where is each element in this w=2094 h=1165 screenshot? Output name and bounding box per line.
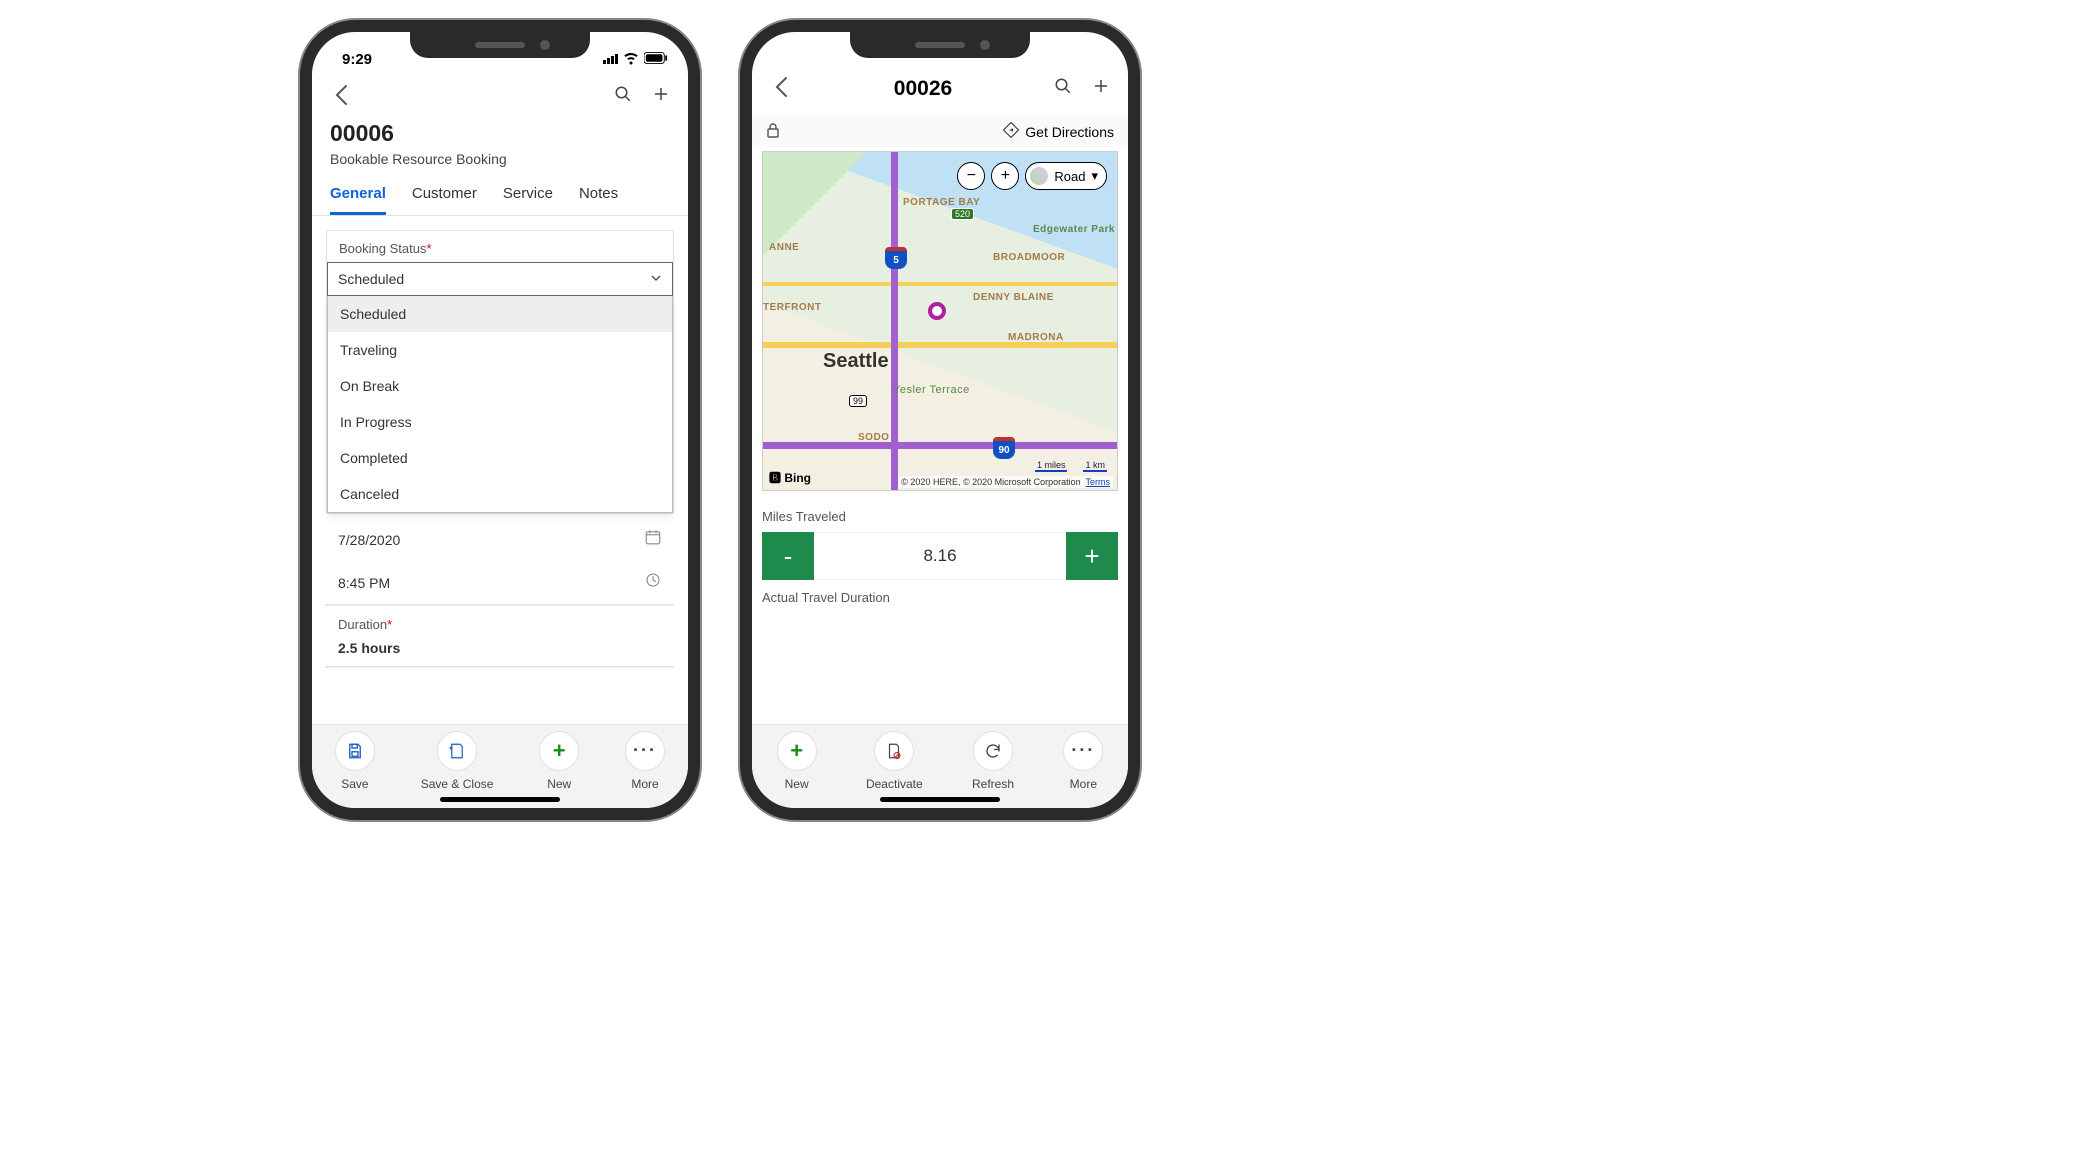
chevron-down-icon: ▾ (1091, 168, 1098, 184)
booking-status-select[interactable]: Scheduled (327, 262, 673, 296)
save-button[interactable]: Save (335, 731, 375, 791)
miles-traveled-card: Miles Traveled - 8.16 + (762, 509, 1118, 580)
phone-right: 00026 Get Direc (740, 20, 1140, 820)
map-label: SODO (858, 432, 889, 443)
map-label: ANNE (769, 242, 799, 253)
map-label: Edgewater Park (1033, 224, 1115, 235)
tabs: General Customer Service Notes (312, 175, 688, 216)
bottom-bar: Save Save & Close + New ··· More (312, 724, 688, 808)
save-close-button[interactable]: Save & Close (421, 731, 494, 791)
duration-row[interactable]: 2.5 hours (326, 636, 674, 666)
notch (850, 32, 1030, 58)
save-icon (346, 742, 364, 760)
bottom-bar: + New Deactivate Refresh ··· (752, 724, 1128, 808)
actual-travel-duration-label: Actual Travel Duration (752, 580, 1128, 605)
record-title: 00026 (894, 77, 952, 101)
record-subtitle: Bookable Resource Booking (330, 151, 670, 167)
sr-99-shield: 99 (849, 395, 867, 407)
plus-icon: + (790, 738, 803, 764)
back-button[interactable] (770, 72, 792, 106)
map-label: MADRONA (1008, 332, 1064, 343)
time-row[interactable]: 8:45 PM (326, 561, 674, 604)
miles-traveled-label: Miles Traveled (762, 509, 1118, 532)
map-scale: 1 miles 1 km (1035, 460, 1107, 472)
wifi-icon (622, 48, 640, 70)
map-label: Yesler Terrace (893, 384, 970, 396)
chevron-down-icon (650, 272, 662, 287)
map-label: DENNY BLAINE (973, 292, 1054, 303)
tab-service[interactable]: Service (503, 185, 553, 215)
get-directions-button[interactable]: Get Directions (1003, 122, 1114, 141)
tab-general[interactable]: General (330, 185, 386, 215)
tab-notes[interactable]: Notes (579, 185, 618, 215)
map-style-select[interactable]: Road ▾ (1025, 162, 1107, 190)
more-button[interactable]: ··· More (625, 731, 665, 791)
status-time: 9:29 (342, 51, 372, 68)
home-indicator (880, 797, 1000, 802)
booking-status-dropdown: Scheduled Traveling On Break In Progress… (327, 296, 673, 513)
bing-logo: 🅱 Bing (769, 469, 811, 486)
map-label: BROADMOOR (993, 252, 1065, 263)
record-title: 00006 (330, 120, 670, 147)
date-row[interactable]: 7/28/2020 (326, 518, 674, 561)
refresh-icon (984, 742, 1002, 760)
tab-customer[interactable]: Customer (412, 185, 477, 215)
time-value: 8:45 PM (338, 575, 390, 591)
sr-520-shield: 520 (951, 208, 974, 220)
booking-status-label: Booking Status (339, 241, 426, 256)
new-button[interactable]: + New (539, 731, 579, 791)
zoom-in-button[interactable]: + (991, 162, 1019, 190)
increment-button[interactable]: + (1066, 532, 1118, 580)
more-button[interactable]: ··· More (1063, 731, 1103, 791)
clock-icon (644, 571, 662, 594)
calendar-icon (644, 528, 662, 551)
miles-traveled-value[interactable]: 8.16 (814, 532, 1066, 580)
booking-status-value: Scheduled (338, 271, 404, 287)
lock-icon (766, 122, 780, 141)
app-header (312, 72, 688, 120)
battery-icon (644, 51, 668, 68)
booking-status-card: Booking Status* Scheduled Scheduled Trav… (326, 230, 674, 514)
add-icon[interactable] (652, 85, 670, 109)
plus-icon: + (553, 738, 566, 764)
map-attribution: © 2020 HERE, © 2020 Microsoft Corporatio… (898, 476, 1113, 488)
back-button[interactable] (330, 80, 352, 114)
interstate-90-shield: 90 (993, 437, 1015, 459)
map-label: PORTAGE BAY (903, 197, 980, 208)
option-canceled[interactable]: Canceled (328, 476, 672, 512)
deactivate-button[interactable]: Deactivate (866, 731, 923, 791)
directions-icon (1003, 122, 1019, 141)
option-traveling[interactable]: Traveling (328, 332, 672, 368)
option-scheduled[interactable]: Scheduled (328, 296, 672, 332)
notch (410, 32, 590, 58)
more-icon: ··· (633, 740, 657, 761)
zoom-out-button[interactable]: − (957, 162, 985, 190)
search-icon[interactable] (1054, 77, 1072, 101)
duration-value: 2.5 hours (338, 640, 400, 656)
map-label: TERFRONT (763, 302, 821, 313)
deactivate-icon (885, 742, 903, 760)
refresh-button[interactable]: Refresh (972, 731, 1014, 791)
terms-link[interactable]: Terms (1086, 477, 1111, 487)
decrement-button[interactable]: - (762, 532, 814, 580)
search-icon[interactable] (614, 85, 632, 109)
option-completed[interactable]: Completed (328, 440, 672, 476)
option-on-break[interactable]: On Break (328, 368, 672, 404)
new-button[interactable]: + New (777, 731, 817, 791)
duration-label: Duration (338, 617, 387, 632)
option-in-progress[interactable]: In Progress (328, 404, 672, 440)
more-icon: ··· (1071, 740, 1095, 761)
add-icon[interactable] (1092, 77, 1110, 101)
home-indicator (440, 797, 560, 802)
date-value: 7/28/2020 (338, 532, 400, 548)
app-header: 00026 (752, 62, 1128, 116)
signal-icon (603, 54, 618, 64)
interstate-5-shield: 5 (885, 247, 907, 269)
map[interactable]: PORTAGE BAY BROADMOOR DENNY BLAINE MADRO… (762, 151, 1118, 491)
map-style-icon (1030, 167, 1048, 185)
save-close-icon (448, 742, 466, 760)
map-city-label: Seattle (823, 350, 889, 373)
phone-left: 9:29 (300, 20, 700, 820)
map-pin (928, 302, 946, 320)
